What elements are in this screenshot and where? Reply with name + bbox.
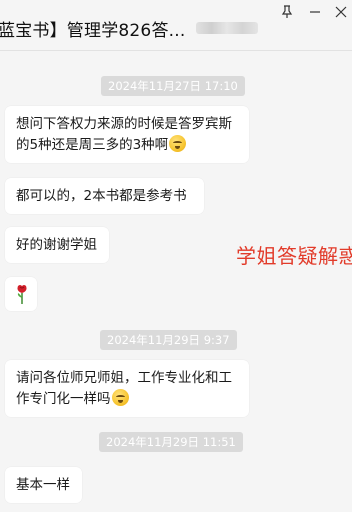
chat-message-area[interactable]: 2024年11月27日 17:10 想问下答权力来源的时候是答罗宾斯 的5种还是… — [0, 51, 352, 512]
rose-icon — [17, 285, 27, 304]
chat-title[interactable]: 蓝宝书】管理学826答... — [0, 16, 185, 41]
sticker-bubble[interactable] — [5, 277, 37, 311]
message-bubble[interactable]: 请问各位师兄师姐，工作专业化和工 作专门化一样吗 — [5, 360, 249, 417]
minimize-icon[interactable] — [304, 3, 326, 21]
message-text: 想问下答权力来源的时候是答罗宾斯 — [16, 116, 232, 132]
message-bubble[interactable]: 都可以的，2本书都是参考书 — [5, 178, 204, 214]
blurred-member-count — [196, 22, 258, 34]
chat-title-bar: 蓝宝书】管理学826答... — [0, 0, 352, 51]
message-text: 作专门化一样吗 — [16, 391, 111, 407]
close-icon[interactable] — [330, 3, 352, 21]
message-text: 请问各位师兄师姐，工作专业化和工 — [16, 370, 232, 386]
message-bubble[interactable]: 想问下答权力来源的时候是答罗宾斯 的5种还是周三多的3种啊 — [5, 106, 249, 163]
watermark-text: 学姐答疑解惑 — [236, 244, 352, 268]
message-bubble[interactable]: 基本一样 — [5, 467, 82, 503]
message-text: 基本一样 — [16, 477, 70, 493]
timestamp: 2024年11月29日 9:37 — [100, 330, 237, 350]
timestamp: 2024年11月27日 17:10 — [101, 76, 245, 96]
pin-icon[interactable] — [276, 3, 298, 21]
message-text: 的5种还是周三多的3种啊 — [16, 137, 169, 153]
message-text: 都可以的，2本书都是参考书 — [16, 188, 187, 204]
timestamp: 2024年11月29日 11:51 — [99, 432, 243, 452]
message-text: 好的谢谢学姐 — [16, 237, 97, 253]
message-bubble[interactable]: 好的谢谢学姐 — [5, 227, 109, 263]
shy-face-emoji-icon — [169, 135, 187, 152]
shy-face-emoji-icon — [111, 389, 129, 406]
